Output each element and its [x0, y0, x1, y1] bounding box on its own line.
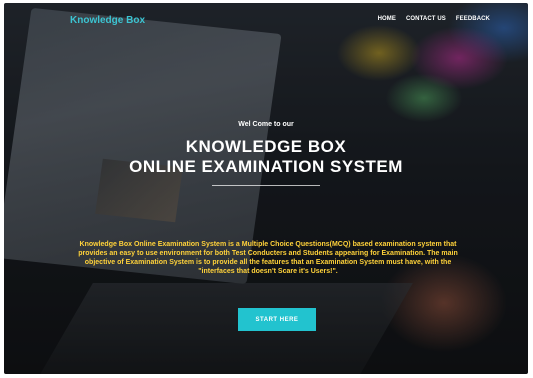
- hero-title-line2: ONLINE EXAMINATION SYSTEM: [129, 157, 403, 176]
- hero-description: Knowledge Box Online Examination System …: [78, 241, 458, 275]
- top-navbar: Knowledge Box HOME CONTACT US FEEDBACK: [4, 3, 528, 39]
- title-divider: [212, 185, 320, 186]
- hero-heading: Wel Come to our KNOWLEDGE BOX ONLINE EXA…: [4, 121, 528, 186]
- hero-title-line1: KNOWLEDGE BOX: [185, 137, 347, 156]
- nav-feedback-link[interactable]: FEEDBACK: [456, 16, 490, 22]
- nav-home-link[interactable]: HOME: [378, 16, 396, 22]
- hero-background: Knowledge Box HOME CONTACT US FEEDBACK W…: [4, 3, 528, 374]
- nav-contact-link[interactable]: CONTACT US: [406, 16, 446, 22]
- nav-menu: HOME CONTACT US FEEDBACK: [378, 16, 490, 22]
- brand-logo-link[interactable]: Knowledge Box: [70, 15, 145, 26]
- welcome-text: Wel Come to our: [238, 121, 294, 128]
- start-here-button[interactable]: START HERE: [238, 308, 316, 331]
